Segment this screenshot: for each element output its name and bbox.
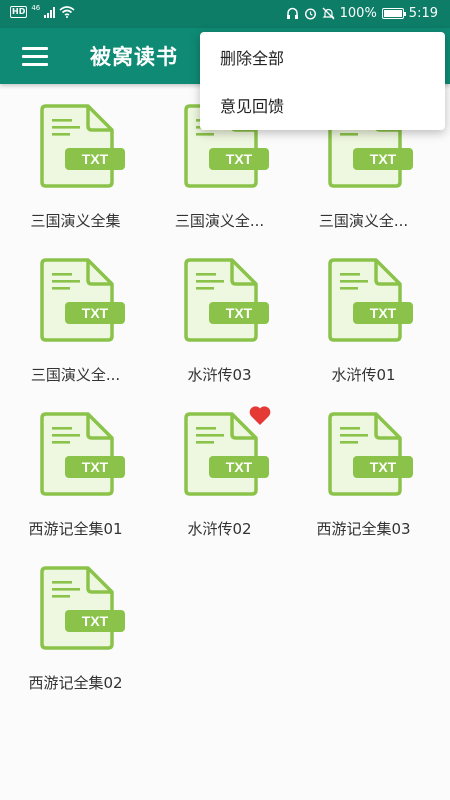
favorite-heart-icon	[249, 406, 271, 425]
file-name: 西游记全集01	[28, 520, 123, 538]
file-item[interactable]: TXT 水浒传01	[292, 250, 435, 400]
txt-file-icon: TXT	[328, 258, 413, 342]
alarm-icon	[304, 8, 316, 20]
file-item[interactable]: TXT 水浒传03	[148, 250, 291, 400]
status-bar: HD 46 100% 5:19	[0, 0, 450, 28]
file-type-label: TXT	[370, 459, 397, 475]
txt-file-icon: TXT	[40, 104, 125, 188]
file-type-label: TXT	[82, 613, 109, 629]
file-type-label: TXT	[82, 305, 109, 321]
clock: 5:19	[408, 6, 438, 21]
txt-file-icon: TXT	[328, 412, 413, 496]
file-item[interactable]: TXT 三国演义全...	[4, 250, 147, 400]
battery-fill	[383, 10, 402, 17]
headphone-icon	[286, 7, 298, 19]
file-item[interactable]: TXT 西游记全集01	[4, 404, 147, 554]
file-item[interactable]: TXT 三国演义全集	[4, 96, 147, 246]
file-item[interactable]: TXT 西游记全集03	[292, 404, 435, 554]
file-name: 西游记全集02	[28, 674, 123, 692]
network-type: 46	[31, 4, 41, 12]
app-title: 被窝读书	[90, 45, 178, 69]
hamburger-menu-icon[interactable]	[14, 42, 56, 70]
file-item[interactable]: TXT 西游记全集02	[4, 558, 147, 708]
file-type-label: TXT	[82, 151, 109, 167]
battery-percent: 100%	[339, 6, 377, 21]
menu-item-delete-all[interactable]: 删除全部	[220, 45, 284, 69]
file-type-label: TXT	[226, 305, 253, 321]
overflow-menu: 删除全部 意见回馈	[200, 32, 445, 130]
txt-file-icon: TXT	[40, 258, 125, 342]
hd-icon: HD	[10, 6, 28, 18]
status-right: 100% 5:19	[286, 6, 438, 21]
status-left: HD 46	[10, 4, 75, 18]
menu-item-feedback[interactable]: 意见回馈	[220, 93, 284, 117]
file-name: 三国演义全...	[30, 366, 121, 384]
file-type-label: TXT	[226, 459, 253, 475]
signal-icon	[44, 6, 56, 18]
file-name: 西游记全集03	[316, 520, 411, 538]
file-name: 三国演义全集	[30, 212, 121, 230]
file-name: 水浒传03	[187, 366, 252, 384]
txt-file-icon: TXT	[40, 412, 125, 496]
battery-icon	[381, 8, 406, 19]
file-name: 三国演义全...	[318, 212, 409, 230]
txt-file-icon: TXT	[40, 566, 125, 650]
file-type-label: TXT	[226, 151, 253, 167]
file-name: 三国演义全...	[174, 212, 265, 230]
file-name: 水浒传02	[187, 520, 252, 538]
file-name: 水浒传01	[331, 366, 396, 384]
file-type-label: TXT	[82, 459, 109, 475]
file-type-label: TXT	[370, 305, 397, 321]
file-item[interactable]: TXT 水浒传02	[148, 404, 291, 554]
txt-file-icon: TXT	[184, 258, 269, 342]
file-type-label: TXT	[370, 151, 397, 167]
wifi-icon	[59, 6, 75, 18]
mute-icon	[322, 7, 335, 20]
